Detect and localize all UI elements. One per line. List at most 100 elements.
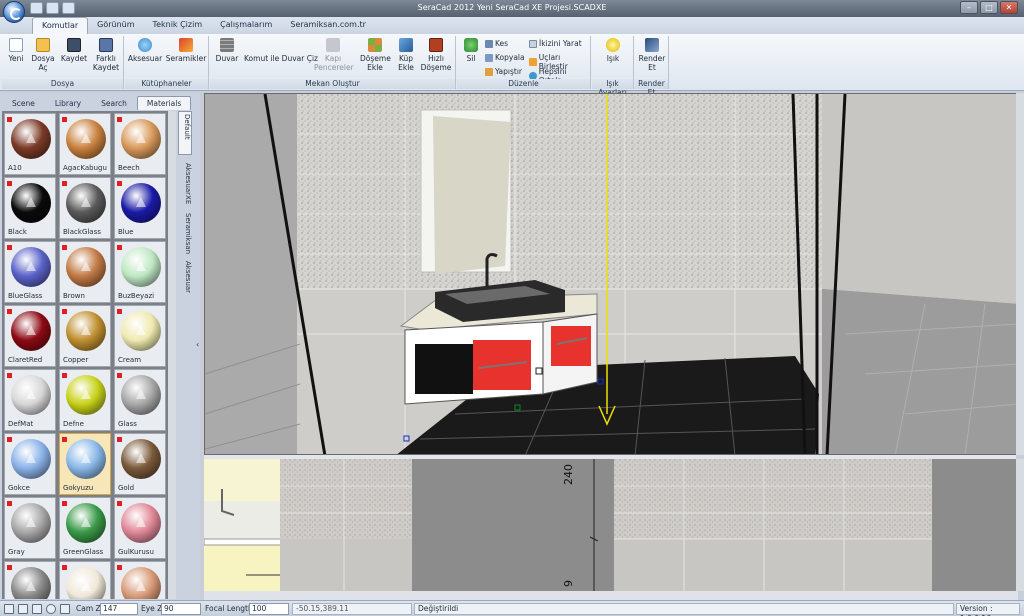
material-swatch[interactable]: BuzBeyazi (114, 241, 166, 303)
tab-calismalarim[interactable]: Çalışmalarım (211, 17, 281, 34)
wall-icon (220, 38, 234, 52)
accessory-button[interactable]: Aksesuar (127, 38, 163, 63)
paste-label: Yapıştır (495, 67, 523, 76)
material-sphere-preview (11, 183, 51, 223)
cut-button[interactable]: Kes (485, 39, 508, 48)
material-swatch[interactable]: BlueGlass (4, 241, 56, 303)
material-swatch[interactable]: Defne (59, 369, 111, 431)
add-cube-label: Küp Ekle (398, 54, 414, 72)
group-label-render: Render Et (635, 79, 668, 97)
3d-viewport[interactable] (204, 93, 1018, 455)
copy-button[interactable]: Kopyala (485, 53, 525, 62)
snap-object-icon[interactable] (18, 604, 28, 614)
material-swatch[interactable] (59, 561, 111, 599)
material-swatch[interactable] (4, 561, 56, 599)
quick-floor-button[interactable]: Hızlı Döşeme (420, 38, 452, 72)
material-name: DefMat (8, 420, 34, 428)
material-flag-icon (62, 501, 67, 506)
add-floor-button[interactable]: Döşeme Ekle (360, 38, 391, 72)
join-ends-icon (529, 58, 537, 66)
material-swatch[interactable]: DefMat (4, 369, 56, 431)
save-button[interactable]: Kaydet (60, 38, 88, 63)
render-button[interactable]: Render Et (637, 38, 667, 72)
group-label-kutuphaneler: Kütüphaneler (125, 79, 208, 89)
material-swatch[interactable]: A10 (4, 113, 56, 175)
wall-button[interactable]: Duvar (214, 38, 240, 63)
duplicate-button[interactable]: İkizini Yarat (529, 39, 582, 48)
material-swatch[interactable]: Gold (114, 433, 166, 495)
new-file-icon (9, 38, 23, 52)
snap-grid-icon[interactable] (4, 604, 14, 614)
material-sphere-preview (66, 567, 106, 599)
save-as-button[interactable]: Farklı Kaydet (91, 38, 121, 72)
tab-library[interactable]: Library (45, 96, 91, 110)
vtab-aksesuarxe[interactable]: AksesuarXE (178, 161, 192, 205)
light-button[interactable]: Işık (598, 38, 628, 63)
material-swatch[interactable]: Blue (114, 177, 166, 239)
elevation-view[interactable]: 240 9 (204, 459, 1018, 591)
vtab-default[interactable]: Default (178, 111, 192, 155)
material-swatch[interactable]: AgacKabugu (59, 113, 111, 175)
delete-button[interactable]: Sil (459, 38, 483, 63)
tab-materials[interactable]: Materials (136, 96, 192, 110)
snap-angle-icon[interactable] (32, 604, 42, 614)
vtab-aksesuar[interactable]: Aksesuar (178, 259, 192, 299)
material-name: BlackGlass (63, 228, 101, 236)
material-swatch[interactable]: ClaretRed (4, 305, 56, 367)
draw-wall-by-command-button[interactable]: Komut ile Duvar Çiz (244, 54, 318, 63)
material-sphere-preview (121, 375, 161, 415)
material-swatch[interactable]: Gokyuzu (59, 433, 111, 495)
ceramics-button[interactable]: Seramikler (165, 38, 207, 63)
material-sphere-preview (66, 119, 106, 159)
render-label: Render Et (638, 54, 666, 72)
focal-length-input[interactable]: 100 (249, 603, 289, 615)
window-title: SeraCad 2012 Yeni SeraCad XE Projesi.SCA… (417, 3, 607, 12)
material-swatch[interactable]: Black (4, 177, 56, 239)
material-swatch[interactable] (114, 561, 166, 599)
material-sphere-preview (66, 247, 106, 287)
material-name: ClaretRed (8, 356, 43, 364)
close-button[interactable]: ✕ (1000, 1, 1018, 14)
material-swatch[interactable]: Copper (59, 305, 111, 367)
material-swatch[interactable]: Brown (59, 241, 111, 303)
vtab-seramiksan[interactable]: Seramiksan (178, 211, 192, 255)
maximize-button[interactable]: □ (980, 1, 998, 14)
material-swatch[interactable]: GulKurusu (114, 497, 166, 559)
material-swatch[interactable]: BlackGlass (59, 177, 111, 239)
camera-icon[interactable] (60, 604, 70, 614)
material-sphere-preview (66, 439, 106, 479)
draw-wall-label: Komut ile Duvar Çiz (244, 54, 318, 63)
viewport-vertical-scrollbar[interactable] (1016, 93, 1024, 455)
elevation-vertical-scrollbar[interactable] (1016, 459, 1024, 591)
add-cube-button[interactable]: Küp Ekle (394, 38, 418, 72)
material-swatch[interactable]: Beech (114, 113, 166, 175)
cut-icon (485, 39, 493, 48)
materials-scrollbar[interactable] (168, 111, 176, 599)
material-swatch[interactable]: GreenGlass (59, 497, 111, 559)
ribbon-tabs: Komutlar Görünüm Teknik Çizim Çalışmalar… (0, 17, 1024, 34)
material-swatch[interactable]: Gokce (4, 433, 56, 495)
tab-seramiksan[interactable]: Seramiksan.com.tr (281, 17, 375, 34)
orbit-icon[interactable] (46, 604, 56, 614)
door-window-button[interactable]: Kapı Pencereler (314, 38, 354, 72)
eye-z-input[interactable]: 90 (161, 603, 201, 615)
tab-search[interactable]: Search (91, 96, 137, 110)
material-swatch[interactable]: Glass (114, 369, 166, 431)
tab-gorunum[interactable]: Görünüm (88, 17, 143, 34)
cam-z-input[interactable]: 147 (100, 603, 138, 615)
collapse-arrow-icon[interactable]: ‹ (196, 340, 199, 349)
paste-button[interactable]: Yapıştır (485, 67, 522, 76)
material-swatch[interactable]: Gray (4, 497, 56, 559)
material-flag-icon (117, 373, 122, 378)
elevation-horizontal-scrollbar[interactable] (204, 591, 1018, 600)
minimize-button[interactable]: – (960, 1, 978, 14)
left-panel: Scene Library Search Materials A10 AgacKa… (0, 93, 200, 600)
tab-teknik-cizim[interactable]: Teknik Çizim (144, 17, 212, 34)
new-button[interactable]: Yeni (5, 38, 27, 63)
material-swatch[interactable]: Cream (114, 305, 166, 367)
open-button[interactable]: Dosya Aç (30, 38, 56, 72)
tab-scene[interactable]: Scene (2, 96, 45, 110)
tab-komutlar[interactable]: Komutlar (32, 17, 89, 34)
material-name: Gray (8, 548, 25, 556)
application-menu-orb[interactable] (3, 1, 25, 23)
